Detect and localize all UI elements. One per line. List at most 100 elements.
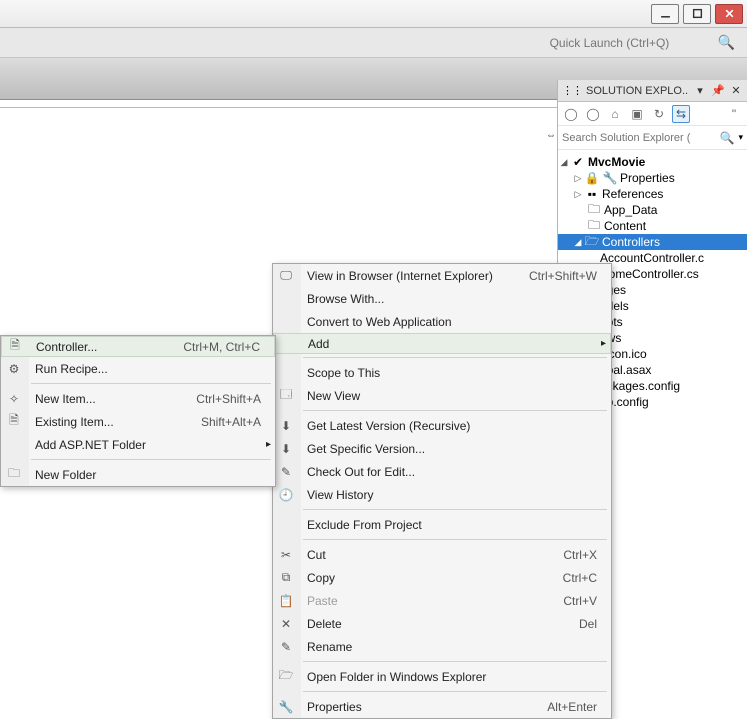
menu-label: Copy <box>307 571 335 585</box>
menu-label: Existing Item... <box>35 415 114 429</box>
menu-label: Cut <box>307 548 326 562</box>
menu-delete[interactable]: ✕DeleteDel <box>273 612 611 635</box>
solution-search-input[interactable] <box>562 132 716 144</box>
expand-icon[interactable]: ◢ <box>558 157 570 168</box>
tree-controllers[interactable]: ◢🗁Controllers <box>558 234 747 250</box>
panel-close-icon[interactable]: ✕ <box>729 84 743 98</box>
menu-scope[interactable]: Scope to This <box>273 361 611 384</box>
tree-label: AccountController.c <box>600 251 704 265</box>
nav-more-icon[interactable]: " <box>725 105 743 123</box>
menu-check-out[interactable]: ✎ Check Out for Edit... <box>273 460 611 483</box>
menu-add-aspnet[interactable]: Add ASP.NET Folder▸ <box>1 433 275 456</box>
expand-icon[interactable]: ◢ <box>572 237 584 248</box>
panel-dropdown-icon[interactable]: ▾ <box>693 84 707 98</box>
lock-icon: 🔒 <box>584 170 600 186</box>
tree-content[interactable]: 🗀Content <box>558 218 747 234</box>
menu-label: Browse With... <box>307 292 384 306</box>
tree-label: Content <box>604 219 646 233</box>
menu-open-folder[interactable]: 🗁Open Folder in Windows Explorer <box>273 665 611 688</box>
expand-icon[interactable]: ▷ <box>572 173 584 184</box>
quick-launch-input[interactable] <box>550 36 710 50</box>
menu-shortcut: Shift+Alt+A <box>181 415 261 429</box>
browser-icon: 🖵 <box>278 268 294 284</box>
menu-rename[interactable]: ✎Rename <box>273 635 611 658</box>
menu-new-folder[interactable]: 🗀New Folder <box>1 463 275 486</box>
refresh-icon[interactable]: ↻ <box>650 105 668 123</box>
menu-label: Get Latest Version (Recursive) <box>307 419 470 433</box>
folder-icon: 🗀 <box>586 218 602 234</box>
search-icon[interactable]: 🔍 <box>718 34 735 51</box>
menu-label: Convert to Web Application <box>307 315 452 329</box>
search-icon[interactable]: 🔍 <box>720 131 735 145</box>
close-button[interactable] <box>715 4 743 24</box>
open-folder-icon: 🗁 <box>278 669 294 685</box>
home-icon[interactable]: ⌂ <box>606 105 624 123</box>
menu-paste: 📋PasteCtrl+V <box>273 589 611 612</box>
menu-label: Add <box>308 337 329 351</box>
menu-separator <box>31 459 271 460</box>
menu-label: Controller... <box>36 340 97 354</box>
tree-label: ackages.config <box>600 379 680 393</box>
controller-icon: 🗎 <box>7 339 23 355</box>
wrench-icon: 🔧 <box>602 170 618 186</box>
collapse-icon[interactable]: ▣ <box>628 105 646 123</box>
tree-root[interactable]: ◢ ✔ MvcMovie <box>558 154 747 170</box>
tree-label: App_Data <box>604 203 657 217</box>
menu-separator <box>303 691 607 692</box>
folder-open-icon: 🗁 <box>584 234 600 250</box>
menu-label: Scope to This <box>307 366 380 380</box>
recipe-icon: ⚙ <box>6 361 22 377</box>
menu-label: Paste <box>307 594 338 608</box>
expand-icon[interactable]: ▷ <box>572 189 584 200</box>
maximize-button[interactable] <box>683 4 711 24</box>
new-folder-icon: 🗀 <box>6 467 22 483</box>
menu-get-latest[interactable]: ⬇ Get Latest Version (Recursive) <box>273 414 611 437</box>
menu-separator <box>303 661 607 662</box>
nav-forward-icon[interactable]: ◯ <box>584 105 602 123</box>
split-handle-icon[interactable]: ⇔ <box>545 128 557 142</box>
menu-run-recipe[interactable]: ⚙ Run Recipe... <box>1 357 275 380</box>
menu-browse-with[interactable]: Browse With... <box>273 287 611 310</box>
project-icon: ✔ <box>570 154 586 170</box>
menu-separator <box>31 383 271 384</box>
menu-label: Check Out for Edit... <box>307 465 415 479</box>
panel-title: SOLUTION EXPLO... <box>586 85 689 97</box>
menu-cut[interactable]: ✂CutCtrl+X <box>273 543 611 566</box>
menu-new-item[interactable]: ✧New Item...Ctrl+Shift+A <box>1 387 275 410</box>
menu-existing-item[interactable]: 🗎Existing Item...Shift+Alt+A <box>1 410 275 433</box>
reference-icon: ▪▪ <box>584 186 600 202</box>
menu-label: Run Recipe... <box>35 362 108 376</box>
minimize-button[interactable] <box>651 4 679 24</box>
properties-icon: 🔧 <box>278 699 294 715</box>
menu-add-controller[interactable]: 🗎Controller...Ctrl+M, Ctrl+C <box>1 336 275 357</box>
get-latest-icon: ⬇ <box>278 418 294 434</box>
solution-explorer-header: ⋮⋮ SOLUTION EXPLO... ▾ 📌 ✕ <box>558 80 747 102</box>
menu-label: Exclude From Project <box>307 518 422 532</box>
menu-convert[interactable]: Convert to Web Application <box>273 310 611 333</box>
search-dropdown-icon[interactable]: ▾ <box>738 132 743 143</box>
menu-view-in-browser[interactable]: 🖵View in Browser (Internet Explorer)Ctrl… <box>273 264 611 287</box>
quick-launch-bar: 🔍 <box>0 28 747 58</box>
menu-new-view[interactable]: 🗔New View <box>273 384 611 407</box>
nav-back-icon[interactable]: ◯ <box>562 105 580 123</box>
menu-view-history[interactable]: 🕘View History <box>273 483 611 506</box>
check-out-icon: ✎ <box>278 464 294 480</box>
tree-references[interactable]: ▷▪▪References <box>558 186 747 202</box>
solution-search-row: 🔍 ▾ <box>558 126 747 150</box>
panel-grip-icon[interactable]: ⋮⋮ <box>562 84 582 97</box>
tree-properties[interactable]: ▷🔒🔧Properties <box>558 170 747 186</box>
menu-label: Properties <box>307 700 362 714</box>
tree-label: References <box>602 187 663 201</box>
tree-app-data[interactable]: 🗀App_Data <box>558 202 747 218</box>
menu-get-specific[interactable]: ⬇Get Specific Version... <box>273 437 611 460</box>
menu-exclude[interactable]: Exclude From Project <box>273 513 611 536</box>
menu-copy[interactable]: ⧉CopyCtrl+C <box>273 566 611 589</box>
menu-separator <box>303 539 607 540</box>
menu-add[interactable]: Add▸ <box>273 333 611 354</box>
pin-icon[interactable]: 📌 <box>711 84 725 98</box>
menu-properties[interactable]: 🔧 Properties Alt+Enter <box>273 695 611 718</box>
menu-shortcut: Alt+Enter <box>527 700 597 714</box>
rename-icon: ✎ <box>278 639 294 655</box>
sync-icon[interactable]: ⇆ <box>672 105 690 123</box>
menu-shortcut: Ctrl+Shift+A <box>176 392 261 406</box>
